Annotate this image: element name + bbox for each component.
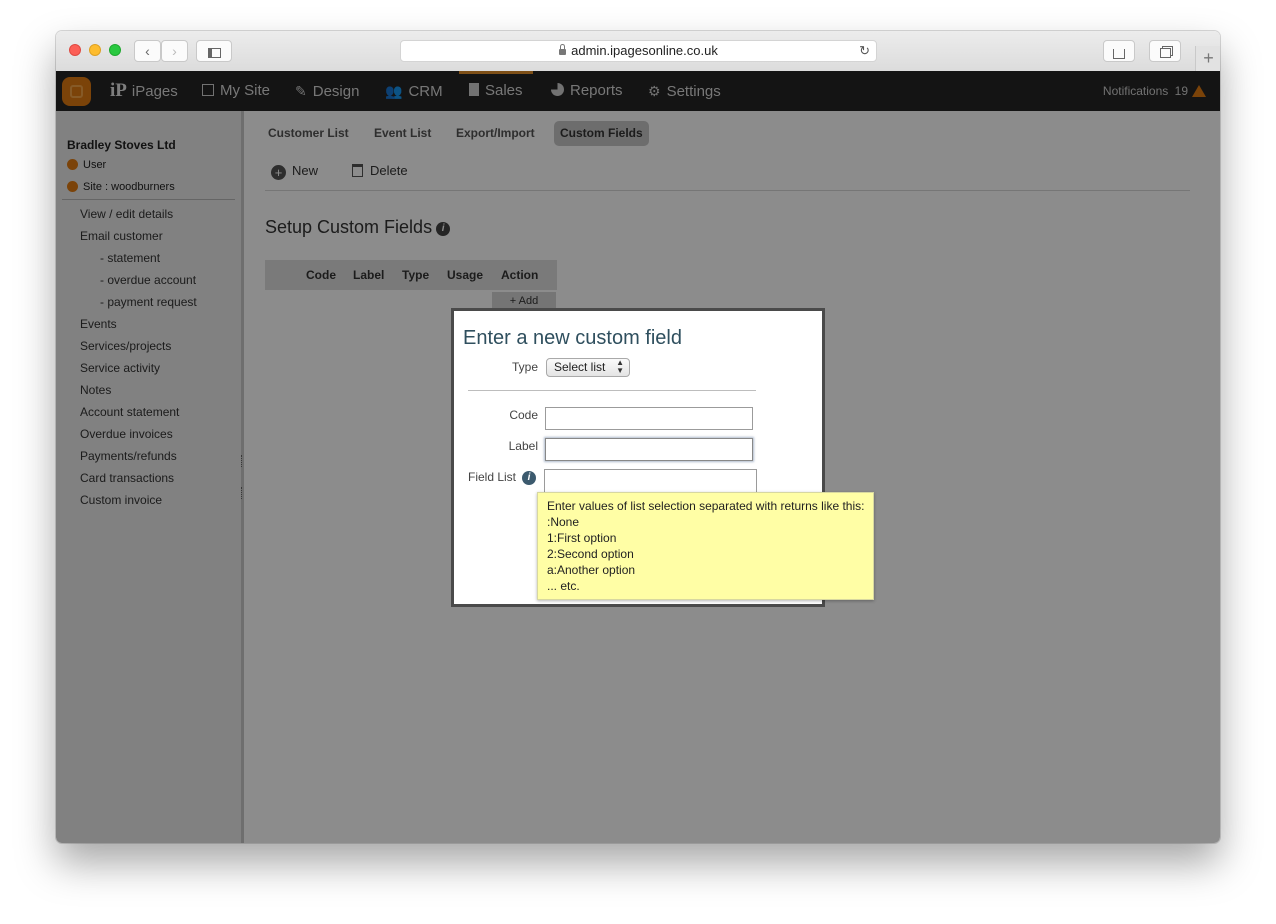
type-label: Type <box>511 360 538 374</box>
tooltip-line: 2:Second option <box>547 547 634 561</box>
label-input[interactable] <box>545 438 753 461</box>
back-button[interactable]: ‹ <box>134 40 161 62</box>
tabs-button[interactable] <box>1149 40 1181 62</box>
close-window-button[interactable] <box>69 44 81 56</box>
forward-icon: › <box>172 43 177 59</box>
tabs-icon <box>1159 48 1171 58</box>
minimize-window-button[interactable] <box>89 44 101 56</box>
sidebar-toggle-button[interactable] <box>196 40 232 62</box>
tooltip-line: 1:First option <box>547 531 617 545</box>
tooltip-line: ... etc. <box>547 579 580 593</box>
lock-icon <box>559 44 567 55</box>
browser-window: ‹ › admin.ipagesonline.co.uk ↻ + iP iPage… <box>56 31 1220 843</box>
url-text: admin.ipagesonline.co.uk <box>571 43 718 58</box>
dialog-divider <box>468 390 756 391</box>
back-icon: ‹ <box>145 43 150 59</box>
dialog-title: Enter a new custom field <box>463 327 682 349</box>
forward-button[interactable]: › <box>161 40 188 62</box>
share-button[interactable] <box>1103 40 1135 62</box>
field-list-label: Field List <box>468 470 517 484</box>
tooltip-line: a:Another option <box>547 563 636 577</box>
reload-icon[interactable]: ↻ <box>859 41 870 61</box>
code-input[interactable] <box>545 407 753 430</box>
type-select-value: Select list <box>554 360 606 374</box>
tooltip-line: :None <box>547 515 580 529</box>
sidebar-icon <box>207 48 221 58</box>
code-label: Code <box>509 408 538 422</box>
address-bar[interactable]: admin.ipagesonline.co.uk ↻ <box>400 40 877 62</box>
tooltip-line: Enter values of list selection separated… <box>547 499 865 513</box>
browser-titlebar: ‹ › admin.ipagesonline.co.uk ↻ + <box>56 31 1220 72</box>
field-list-info-icon[interactable]: i <box>522 471 536 485</box>
label-label: Label <box>508 439 538 453</box>
zoom-window-button[interactable] <box>109 44 121 56</box>
select-arrows-icon: ▲ ▼ <box>616 358 624 375</box>
type-select[interactable]: Select list ▲ ▼ <box>546 358 630 377</box>
field-list-tooltip: Enter values of list selection separated… <box>537 492 874 600</box>
share-icon <box>1113 49 1125 59</box>
new-tab-button[interactable]: + <box>1195 46 1220 71</box>
field-list-textarea[interactable] <box>544 469 757 493</box>
